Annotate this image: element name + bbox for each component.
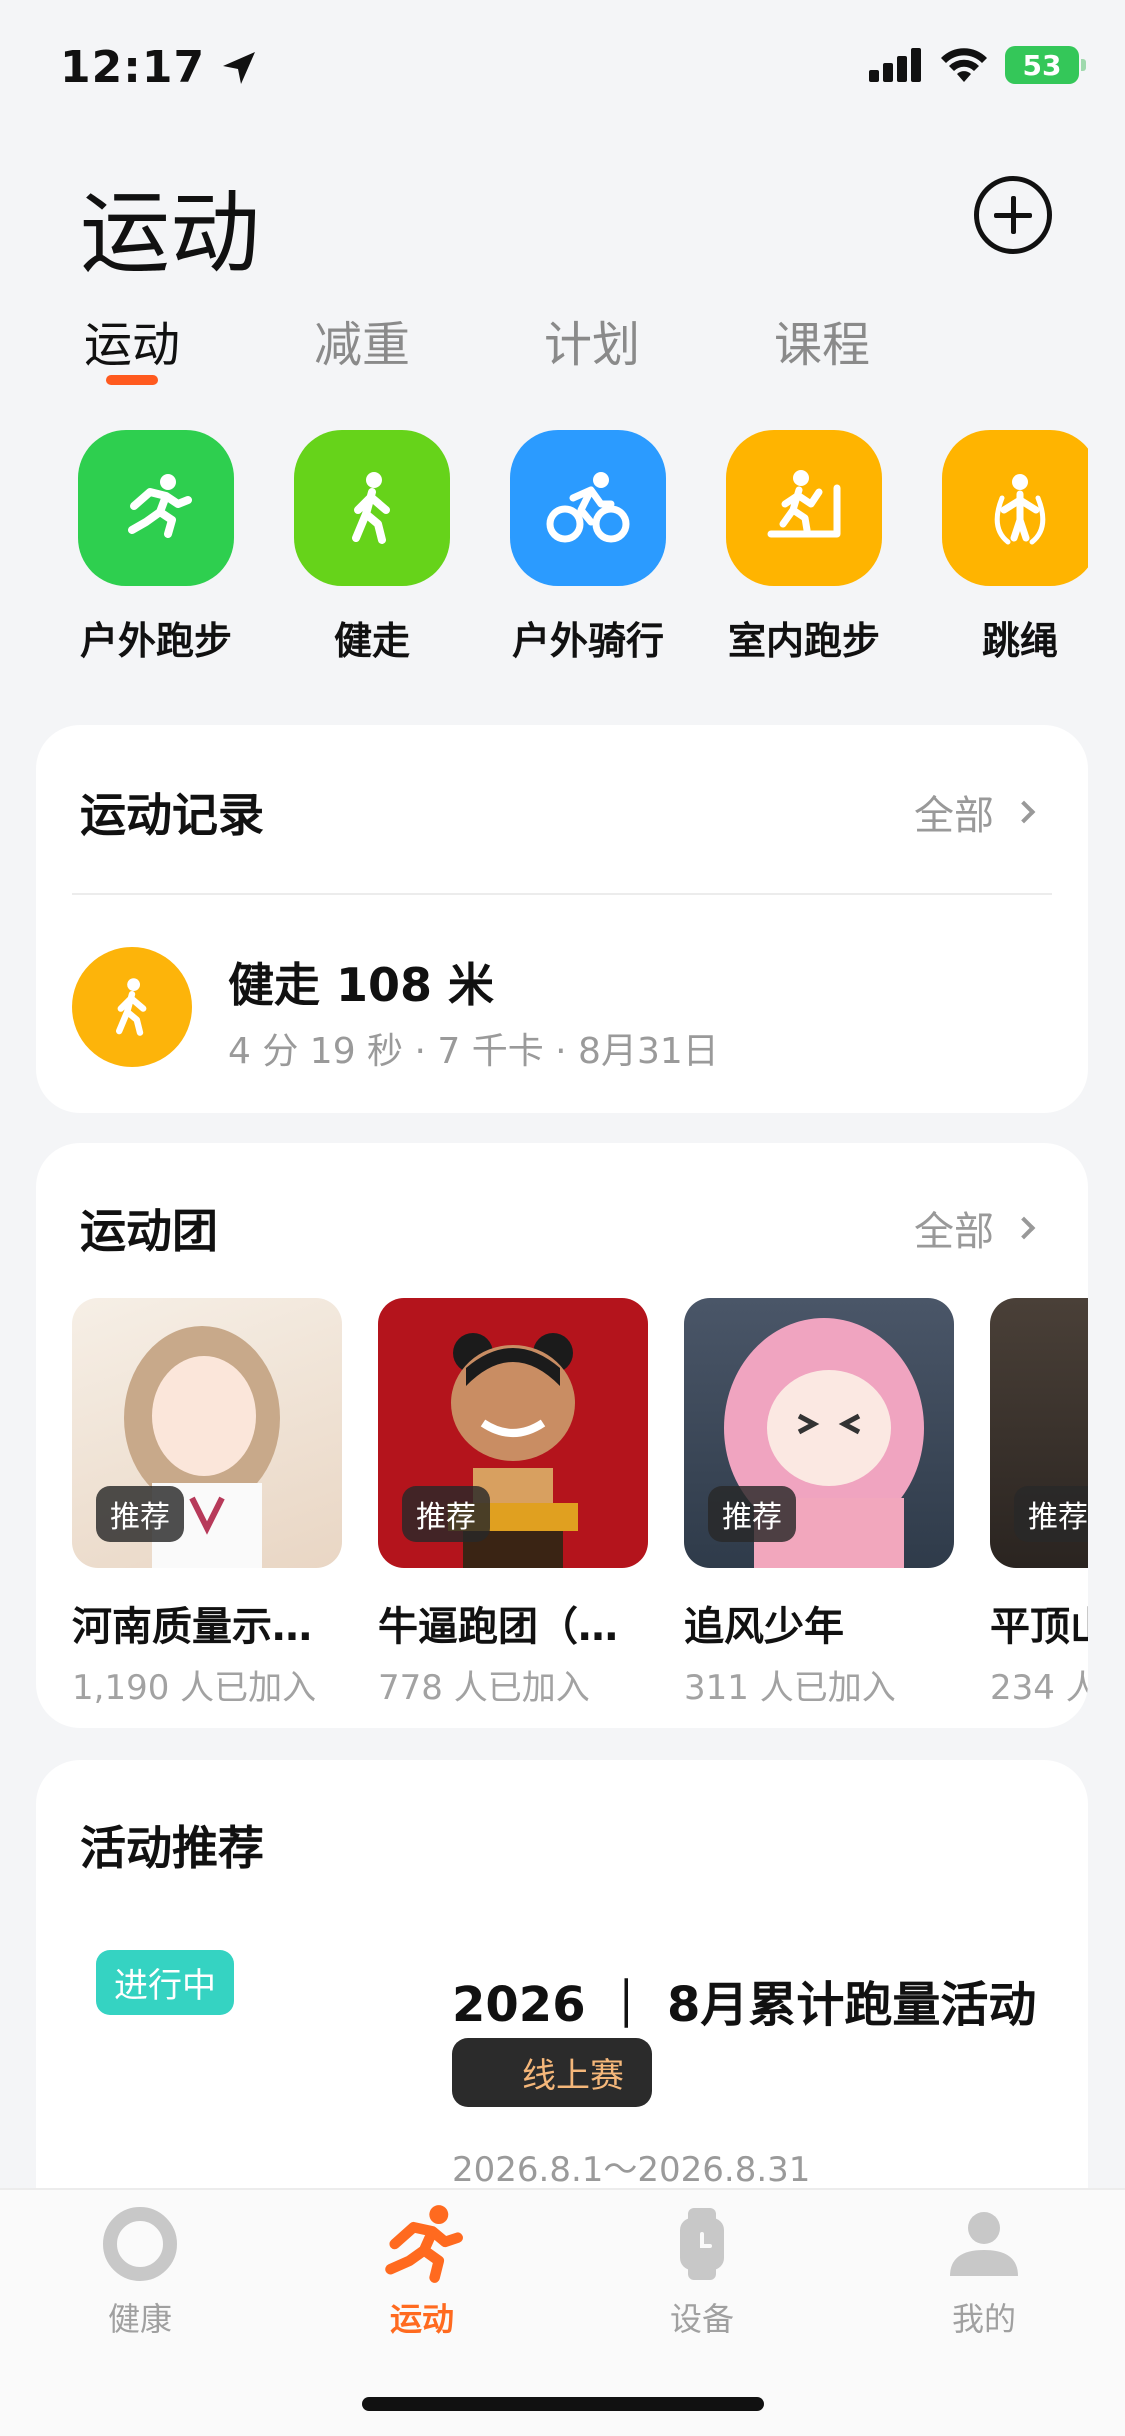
- chevron-right-icon: [1012, 1216, 1036, 1240]
- nav-label: 健康: [107, 2300, 172, 2338]
- add-button[interactable]: [974, 176, 1052, 254]
- record-title: 运动记录: [80, 788, 264, 842]
- home-indicator: [362, 2397, 764, 2411]
- club-image: 推荐: [378, 1298, 648, 1568]
- club-item[interactable]: 推荐 牛逼跑团（官方） 778 人已加入: [378, 1298, 648, 1709]
- club-card: 运动团 全部 推荐 河南质量示范跑团 1,190 人已加入: [36, 1143, 1088, 1728]
- sport-tile: [726, 430, 882, 586]
- view-all-label: 全部: [914, 1209, 994, 1255]
- chevron-right-icon: [1012, 800, 1036, 824]
- walking-icon: [72, 947, 192, 1067]
- running-icon: [128, 474, 192, 538]
- watch-icon: [660, 2202, 744, 2286]
- record-card: 运动记录 全部 健走 108 米 4 分 19 秒 · 7 千卡 · 8月31日: [36, 725, 1088, 1113]
- record-view-all[interactable]: 全部: [914, 783, 1036, 841]
- club-name: 河南质量示范跑团: [72, 1604, 342, 1650]
- nav-health[interactable]: 健康: [40, 2202, 240, 2340]
- club-view-all[interactable]: 全部: [914, 1199, 1036, 1257]
- clock-text: 12:17: [60, 42, 206, 93]
- nav-label: 运动: [389, 2300, 454, 2338]
- walking-icon: [352, 472, 390, 544]
- status-bar: 12:17 53: [0, 0, 1125, 140]
- sport-label: 户外跑步: [79, 619, 232, 663]
- sport-jump-rope[interactable]: 跳绳: [942, 430, 1088, 670]
- sport-label: 健走: [333, 619, 410, 663]
- recommend-badge: 推荐: [96, 1486, 184, 1542]
- nav-device[interactable]: 设备: [602, 2202, 802, 2340]
- nav-profile[interactable]: 我的: [884, 2202, 1084, 2340]
- tab-sport[interactable]: 运动: [84, 305, 314, 385]
- record-name[interactable]: 健走 108 米: [228, 949, 494, 1015]
- club-item[interactable]: 推荐 追风少年 311 人已加入: [684, 1298, 954, 1709]
- activity-name[interactable]: 2026 ｜ 8月累计跑量活动: [452, 1965, 1036, 2035]
- jump-rope-icon: [994, 474, 1046, 545]
- club-member-count: 234 人已加入: [990, 1668, 1088, 1708]
- club-name: 牛逼跑团（官方）: [378, 1604, 648, 1650]
- activity-date: 2026.8.1～2026.8.31: [452, 2150, 811, 2190]
- club-name: 追风少年: [684, 1604, 844, 1650]
- sport-walk[interactable]: 健走: [294, 430, 510, 670]
- recommend-badge: 推荐: [402, 1486, 490, 1542]
- sport-tile: [510, 430, 666, 586]
- location-arrow-icon: [223, 51, 256, 84]
- club-item[interactable]: 推荐 河南质量示范跑团 1,190 人已加入: [72, 1298, 342, 1709]
- profile-icon: [942, 2202, 1026, 2286]
- sport-tile: [294, 430, 450, 586]
- activity-status-badge: 进行中: [96, 1950, 234, 2015]
- tab-weight-loss[interactable]: 减重: [314, 305, 544, 375]
- tab-course[interactable]: 课程: [774, 305, 1004, 375]
- running-icon: [380, 2202, 464, 2286]
- club-name: 平顶山: [990, 1604, 1088, 1650]
- activity-tag: 线上赛: [452, 2038, 652, 2107]
- battery-indicator: 53: [1005, 46, 1086, 84]
- recommend-badge: 推荐: [1014, 1486, 1088, 1542]
- wifi-icon: [941, 48, 987, 82]
- club-list: 推荐 河南质量示范跑团 1,190 人已加入 推荐 牛逼跑团（官方）: [72, 1298, 1088, 1709]
- sport-outdoor-cycle[interactable]: 户外骑行: [510, 430, 726, 670]
- club-member-count: 1,190 人已加入: [72, 1668, 317, 1708]
- club-item[interactable]: 推荐 平顶山 234 人已加入: [990, 1298, 1088, 1709]
- health-ring-icon: [98, 2202, 182, 2286]
- top-tabs: 运动 减重 计划 课程: [84, 305, 1004, 385]
- nav-sport[interactable]: 运动: [322, 2202, 522, 2340]
- tab-plan[interactable]: 计划: [544, 305, 774, 375]
- recommend-badge: 推荐: [708, 1486, 796, 1542]
- record-detail: 4 分 19 秒 · 7 千卡 · 8月31日: [228, 1031, 719, 1072]
- sport-label: 户外骑行: [511, 619, 664, 663]
- activity-section-title: 活动推荐: [80, 1821, 264, 1875]
- sport-shortcuts: 户外跑步 健走 户外骑行 室内跑步 跳绳: [78, 430, 1088, 670]
- club-image: 推荐: [990, 1298, 1088, 1568]
- divider: [72, 893, 1052, 895]
- cellular-signal-icon: [869, 48, 921, 82]
- club-image: 推荐: [684, 1298, 954, 1568]
- cycling-icon: [546, 472, 630, 543]
- sport-tile: [78, 430, 234, 586]
- page-title: 运动: [80, 181, 260, 286]
- view-all-label: 全部: [914, 793, 994, 839]
- status-time: 12:17: [60, 42, 259, 93]
- sport-tile: [942, 430, 1088, 586]
- battery-level: 53: [1022, 48, 1062, 82]
- status-indicators: 53: [869, 46, 1086, 84]
- club-image: 推荐: [72, 1298, 342, 1568]
- treadmill-icon: [767, 470, 841, 538]
- sport-indoor-run[interactable]: 室内跑步: [726, 430, 942, 670]
- sport-label: 跳绳: [981, 619, 1058, 663]
- club-member-count: 311 人已加入: [684, 1668, 896, 1708]
- club-member-count: 778 人已加入: [378, 1668, 590, 1708]
- nav-label: 设备: [669, 2300, 734, 2338]
- sport-label: 室内跑步: [727, 619, 880, 663]
- nav-label: 我的: [951, 2300, 1016, 2338]
- club-title: 运动团: [80, 1204, 218, 1258]
- sport-outdoor-run[interactable]: 户外跑步: [78, 430, 294, 670]
